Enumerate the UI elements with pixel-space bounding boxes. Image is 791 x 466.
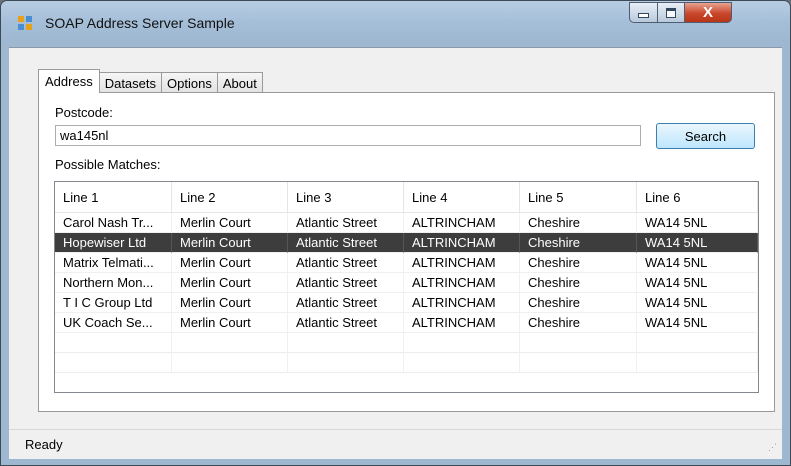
column-header[interactable]: Line 3 [288, 182, 404, 212]
table-cell: Matrix Telmati... [55, 253, 172, 273]
minimize-button[interactable] [629, 2, 658, 23]
app-window: SOAP Address Server Sample X Address Dat… [0, 0, 791, 466]
search-button[interactable]: Search [656, 123, 755, 149]
table-cell: WA14 5NL [637, 313, 758, 333]
empty-cell [520, 353, 637, 373]
table-cell: Atlantic Street [288, 273, 404, 293]
table-cell: UK Coach Se... [55, 313, 172, 333]
empty-cell [637, 333, 758, 353]
postcode-label: Postcode: [55, 105, 113, 120]
table-cell: Merlin Court [172, 313, 288, 333]
empty-row [55, 353, 758, 373]
table-cell: Carol Nash Tr... [55, 213, 172, 233]
app-icon [18, 16, 32, 30]
status-text: Ready [25, 437, 63, 452]
column-header[interactable]: Line 1 [55, 182, 172, 212]
table-cell: T I C Group Ltd [55, 293, 172, 313]
table-row[interactable]: Hopewiser Ltd Merlin Court Atlantic Street… [55, 233, 758, 253]
empty-cell [520, 333, 637, 353]
empty-cell [55, 333, 172, 353]
maximize-icon [666, 7, 676, 18]
close-icon: X [702, 4, 713, 21]
column-header[interactable]: Line 4 [404, 182, 520, 212]
table-cell: Merlin Court [172, 253, 288, 273]
table-cell: ALTRINCHAM [404, 233, 520, 253]
table-cell: Northern Mon... [55, 273, 172, 293]
tab-strip: Address Datasets Options About [38, 69, 263, 93]
table-cell: Merlin Court [172, 273, 288, 293]
empty-cell [637, 353, 758, 373]
tab-address[interactable]: Address [38, 69, 100, 93]
matches-grid[interactable]: Line 1 Line 2 Line 3 Line 4 Line 5 Line … [54, 181, 759, 393]
table-cell: Cheshire [520, 273, 637, 293]
table-cell: WA14 5NL [637, 293, 758, 313]
grid-header-row: Line 1 Line 2 Line 3 Line 4 Line 5 Line … [55, 182, 758, 213]
status-bar: Ready ⋰ [9, 429, 782, 459]
table-row[interactable]: Matrix Telmati... Merlin Court Atlantic St… [55, 253, 758, 273]
table-cell: WA14 5NL [637, 253, 758, 273]
client-area: Address Datasets Options About Postcode:… [9, 47, 782, 459]
table-cell: Cheshire [520, 313, 637, 333]
tab-datasets[interactable]: Datasets [98, 72, 163, 93]
resize-grip-icon[interactable]: ⋰ [768, 443, 778, 455]
table-cell: Hopewiser Ltd [55, 233, 172, 253]
empty-cell [288, 333, 404, 353]
table-cell: ALTRINCHAM [404, 313, 520, 333]
empty-cell [55, 353, 172, 373]
column-header[interactable]: Line 6 [637, 182, 758, 212]
possible-matches-label: Possible Matches: [55, 157, 161, 172]
table-cell: Atlantic Street [288, 233, 404, 253]
column-header[interactable]: Line 2 [172, 182, 288, 212]
maximize-button[interactable] [657, 2, 685, 23]
table-cell: ALTRINCHAM [404, 273, 520, 293]
tab-options[interactable]: Options [161, 72, 218, 93]
table-row[interactable]: Carol Nash Tr... Merlin Court Atlantic Str… [55, 213, 758, 233]
column-header[interactable]: Line 5 [520, 182, 637, 212]
table-cell: ALTRINCHAM [404, 253, 520, 273]
table-row[interactable]: T I C Group Ltd Merlin Court Atlantic Stre… [55, 293, 758, 313]
table-cell: Cheshire [520, 213, 637, 233]
table-cell: Atlantic Street [288, 313, 404, 333]
table-row[interactable]: UK Coach Se... Merlin Court Atlantic Stree… [55, 313, 758, 333]
window-title: SOAP Address Server Sample [45, 15, 235, 31]
table-cell: WA14 5NL [637, 273, 758, 293]
table-row[interactable]: Northern Mon... Merlin Court Atlantic Stre… [55, 273, 758, 293]
grid-body: Carol Nash Tr... Merlin Court Atlantic Str… [55, 213, 758, 333]
empty-cell [288, 353, 404, 373]
postcode-input[interactable] [55, 125, 641, 146]
table-cell: Cheshire [520, 233, 637, 253]
table-cell: Merlin Court [172, 233, 288, 253]
empty-cell [172, 353, 288, 373]
title-bar[interactable]: SOAP Address Server Sample X [1, 1, 790, 45]
table-cell: WA14 5NL [637, 233, 758, 253]
minimize-icon [638, 13, 649, 18]
table-cell: Atlantic Street [288, 293, 404, 313]
table-cell: ALTRINCHAM [404, 213, 520, 233]
table-cell: Atlantic Street [288, 253, 404, 273]
address-tab-panel: Postcode: Search Possible Matches: Line … [38, 92, 775, 412]
table-cell: Merlin Court [172, 213, 288, 233]
empty-cell [404, 333, 520, 353]
table-cell: Atlantic Street [288, 213, 404, 233]
table-cell: WA14 5NL [637, 213, 758, 233]
table-cell: Cheshire [520, 253, 637, 273]
tab-about[interactable]: About [216, 72, 263, 93]
table-cell: Merlin Court [172, 293, 288, 313]
table-cell: ALTRINCHAM [404, 293, 520, 313]
empty-row [55, 333, 758, 353]
empty-cell [172, 333, 288, 353]
empty-cell [404, 353, 520, 373]
table-cell: Cheshire [520, 293, 637, 313]
close-button[interactable]: X [684, 2, 732, 23]
